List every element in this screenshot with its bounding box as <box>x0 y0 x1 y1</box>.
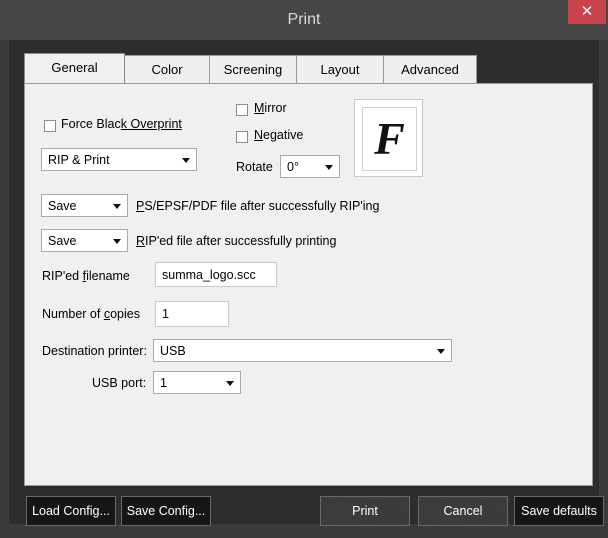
rotate-select[interactable]: 0° <box>280 155 340 178</box>
window-title: Print <box>287 11 321 28</box>
rip-mode-value: RIP & Print <box>48 153 110 167</box>
chevron-down-icon <box>113 204 121 209</box>
rip-mode-select[interactable]: RIP & Print <box>41 148 197 171</box>
tab-advanced[interactable]: Advanced <box>383 55 477 83</box>
chevron-down-icon <box>226 381 234 386</box>
save-riped-label: RIP'ed file after successfully printing <box>136 234 337 248</box>
mirror-checkbox[interactable] <box>236 104 248 116</box>
riped-filename-label: RIP'ed filename <box>42 269 130 283</box>
copies-input[interactable]: 1 <box>155 301 229 327</box>
chevron-down-icon <box>437 349 445 354</box>
usb-port-label: USB port: <box>92 376 147 390</box>
orientation-preview: F <box>354 99 423 177</box>
force-black-overprint-checkbox[interactable] <box>44 120 56 132</box>
save-defaults-button[interactable]: Save defaults <box>514 496 604 526</box>
destination-printer-select[interactable]: USB <box>153 339 452 362</box>
chevron-down-icon <box>113 239 121 244</box>
rotate-value: 0° <box>287 160 299 174</box>
save-ps-value: Save <box>48 199 77 213</box>
tab-general[interactable]: General <box>24 53 125 83</box>
close-icon: ✕ <box>580 3 594 20</box>
destination-printer-value: USB <box>160 344 186 358</box>
tab-color[interactable]: Color <box>124 55 210 83</box>
copies-label: Number of copies <box>42 307 140 321</box>
save-ps-label: PS/EPSF/PDF file after successfully RIP'… <box>136 199 380 213</box>
negative-checkbox[interactable] <box>236 131 248 143</box>
save-riped-select[interactable]: Save <box>41 229 128 252</box>
preview-page: F <box>362 107 417 171</box>
riped-filename-value: summa_logo.scc <box>162 268 256 282</box>
negative-label: Negative <box>254 128 304 142</box>
tab-layout[interactable]: Layout <box>296 55 384 83</box>
usb-port-select[interactable]: 1 <box>153 371 241 394</box>
mirror-label: Mirror <box>254 101 287 115</box>
cancel-button[interactable]: Cancel <box>418 496 508 526</box>
copies-value: 1 <box>162 307 169 321</box>
general-tab-panel <box>24 83 593 486</box>
save-ps-select[interactable]: Save <box>41 194 128 217</box>
close-button[interactable]: ✕ <box>568 0 606 24</box>
usb-port-value: 1 <box>160 376 167 390</box>
chevron-down-icon <box>325 165 333 170</box>
title-bar[interactable]: Print ✕ <box>0 0 608 40</box>
preview-letter: F <box>374 113 405 164</box>
riped-filename-input[interactable]: summa_logo.scc <box>155 262 277 287</box>
save-riped-value: Save <box>48 234 77 248</box>
rotate-label: Rotate <box>236 160 273 174</box>
print-dialog: Print ✕ Color Screening Layout Advanced … <box>0 0 608 538</box>
save-config-button[interactable]: Save Config... <box>121 496 211 526</box>
load-config-button[interactable]: Load Config... <box>26 496 116 526</box>
chevron-down-icon <box>182 158 190 163</box>
force-black-overprint-label: Force Black Overprint <box>61 117 182 131</box>
print-button[interactable]: Print <box>320 496 410 526</box>
destination-printer-label: Destination printer: <box>42 344 147 358</box>
tab-screening[interactable]: Screening <box>209 55 297 83</box>
